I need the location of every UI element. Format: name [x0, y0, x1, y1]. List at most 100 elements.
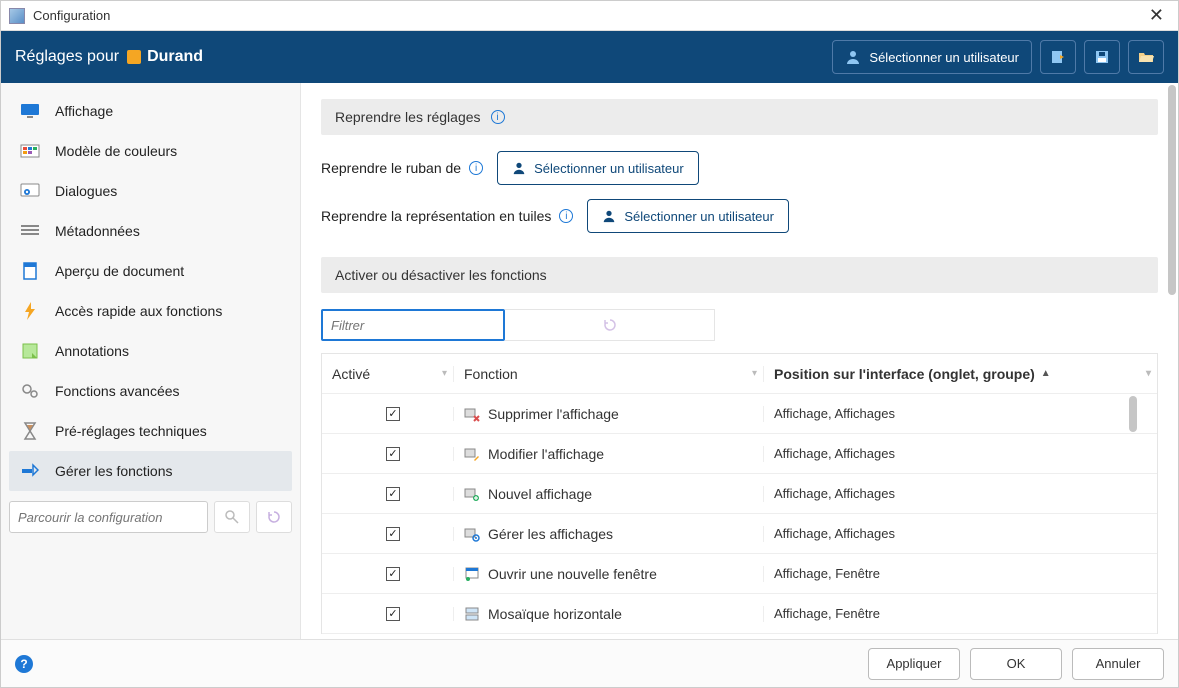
ok-button[interactable]: OK [970, 648, 1062, 680]
sidebar-search-input[interactable] [9, 501, 208, 533]
header-action-save[interactable] [1084, 40, 1120, 74]
section-title: Reprendre les réglages [335, 109, 481, 125]
main-panel: Reprendre les réglages i Reprendre le ru… [301, 83, 1178, 639]
checkbox[interactable]: ✓ [386, 407, 400, 421]
help-button[interactable]: ? [15, 655, 33, 673]
function-position: Affichage, Fenêtre [774, 566, 880, 581]
sidebar-item-metadonnees[interactable]: Métadonnées [9, 211, 292, 251]
close-button[interactable]: ✕ [1143, 5, 1170, 26]
column-position[interactable]: Position sur l'interface (onglet, groupe… [764, 366, 1157, 382]
function-name: Ouvrir une nouvelle fenêtre [488, 566, 657, 582]
table-row[interactable]: ✓ Ouvrir une nouvelle fenêtre Affichage,… [322, 554, 1157, 594]
section-title: Activer ou désactiver les fonctions [335, 267, 547, 283]
tools-icon [19, 462, 41, 480]
table-row[interactable]: ✓ Gérer les affichages Affichage, Affich… [322, 514, 1157, 554]
table-row[interactable]: ✓ Modifier l'affichage Affichage, Affich… [322, 434, 1157, 474]
info-icon[interactable]: i [491, 110, 505, 124]
reset-icon [602, 317, 618, 333]
filter-reset-button[interactable] [505, 309, 715, 341]
dialog-icon [19, 182, 41, 200]
function-name: Mosaïque horizontale [488, 606, 622, 622]
checkbox[interactable]: ✓ [386, 567, 400, 581]
tile-horizontal-icon [464, 606, 480, 622]
functions-table: Activé ▾ Fonction ▾ Position sur l'inter… [321, 353, 1158, 634]
ribbon-label: Reprendre le ruban de [321, 160, 461, 176]
hourglass-icon [19, 422, 41, 440]
info-icon[interactable]: i [559, 209, 573, 223]
user-icon [512, 161, 526, 175]
ribbon-export-icon [1050, 49, 1066, 65]
chevron-down-icon: ▾ [1146, 368, 1151, 379]
manage-views-icon [464, 526, 480, 542]
table-row[interactable]: ✓ Mosaïque horizontale Affichage, Fenêtr… [322, 594, 1157, 634]
checkbox[interactable]: ✓ [386, 447, 400, 461]
footer-bar: ? Appliquer OK Annuler [1, 639, 1178, 687]
sidebar-reset-button[interactable] [256, 501, 292, 533]
folder-icon [1138, 49, 1154, 65]
select-user-button[interactable]: Sélectionner un utilisateur [832, 40, 1032, 74]
column-function[interactable]: Fonction ▾ [454, 366, 764, 382]
sidebar-item-label: Pré-réglages techniques [55, 423, 207, 439]
sidebar-item-fonctions-avancees[interactable]: Fonctions avancées [9, 371, 292, 411]
apply-button[interactable]: Appliquer [868, 648, 960, 680]
function-position: Affichage, Affichages [774, 486, 895, 501]
function-position: Affichage, Affichages [774, 446, 895, 461]
edit-view-icon [464, 446, 480, 462]
header-action-open[interactable] [1128, 40, 1164, 74]
delete-view-icon [464, 406, 480, 422]
header-prefix: Réglages pour [15, 48, 119, 66]
sidebar-item-label: Annotations [55, 343, 129, 359]
palette-icon [19, 142, 41, 160]
sidebar-item-affichage[interactable]: Affichage [9, 91, 292, 131]
sidebar-item-label: Dialogues [55, 183, 117, 199]
sidebar-search-button[interactable] [214, 501, 250, 533]
sidebar-item-dialogues[interactable]: Dialogues [9, 171, 292, 211]
user-icon [845, 49, 861, 65]
function-name: Nouvel affichage [488, 486, 592, 502]
sidebar-item-couleurs[interactable]: Modèle de couleurs [9, 131, 292, 171]
document-icon [19, 262, 41, 280]
main-scrollbar[interactable] [1168, 85, 1176, 605]
sidebar-item-acces-rapide[interactable]: Accès rapide aux fonctions [9, 291, 292, 331]
section-reprendre-reglages: Reprendre les réglages i [321, 99, 1158, 135]
sidebar-item-apercu[interactable]: Aperçu de document [9, 251, 292, 291]
sidebar-item-annotations[interactable]: Annotations [9, 331, 292, 371]
table-header: Activé ▾ Fonction ▾ Position sur l'inter… [322, 354, 1157, 394]
tiles-label: Reprendre la représentation en tuiles [321, 208, 551, 224]
table-row[interactable]: ✓ Nouvel affichage Affichage, Affichages [322, 474, 1157, 514]
header-username: Durand [147, 48, 203, 66]
lightning-icon [19, 302, 41, 320]
sidebar-item-gerer-fonctions[interactable]: Gérer les fonctions [9, 451, 292, 491]
select-user-tiles-button[interactable]: Sélectionner un utilisateur [587, 199, 789, 233]
header-bar: Réglages pour Durand Sélectionner un uti… [1, 31, 1178, 83]
cancel-button[interactable]: Annuler [1072, 648, 1164, 680]
function-position: Affichage, Affichages [774, 526, 895, 541]
table-row[interactable]: ✓ Supprimer l'affichage Affichage, Affic… [322, 394, 1157, 434]
checkbox[interactable]: ✓ [386, 487, 400, 501]
sidebar-item-prereglages[interactable]: Pré-réglages techniques [9, 411, 292, 451]
function-name: Gérer les affichages [488, 526, 613, 542]
sidebar-item-label: Affichage [55, 103, 113, 119]
select-user-ribbon-button[interactable]: Sélectionner un utilisateur [497, 151, 699, 185]
column-enabled[interactable]: Activé ▾ [322, 366, 454, 382]
window-title: Configuration [33, 8, 1143, 23]
search-icon [224, 509, 240, 525]
user-icon [127, 50, 141, 64]
section-activer-fonctions: Activer ou désactiver les fonctions [321, 257, 1158, 293]
sort-ascending-icon: ▲ [1041, 368, 1051, 379]
select-user-label: Sélectionner un utilisateur [624, 209, 774, 224]
new-view-icon [464, 486, 480, 502]
chevron-down-icon: ▾ [752, 368, 757, 379]
table-scrollbar[interactable] [1129, 396, 1137, 432]
checkbox[interactable]: ✓ [386, 527, 400, 541]
monitor-icon [19, 102, 41, 120]
user-icon [602, 209, 616, 223]
sidebar-item-label: Métadonnées [55, 223, 140, 239]
header-action-1[interactable] [1040, 40, 1076, 74]
function-name: Supprimer l'affichage [488, 406, 619, 422]
filter-input[interactable] [321, 309, 505, 341]
save-icon [1094, 49, 1110, 65]
info-icon[interactable]: i [469, 161, 483, 175]
checkbox[interactable]: ✓ [386, 607, 400, 621]
sidebar: Affichage Modèle de couleurs Dialogues M… [1, 83, 301, 639]
